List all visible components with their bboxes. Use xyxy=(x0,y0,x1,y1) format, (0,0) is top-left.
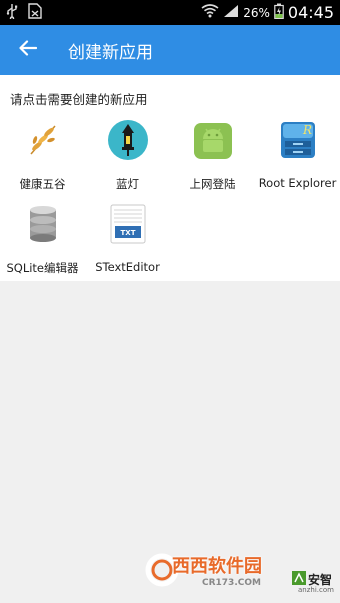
root-explorer-icon: R xyxy=(276,118,320,162)
lantern-icon xyxy=(106,118,150,162)
status-bar: 26% 04:45 xyxy=(0,0,340,25)
signal-icon xyxy=(223,3,239,22)
arrow-back-icon xyxy=(19,39,38,61)
txt-file-icon: TXT xyxy=(106,202,150,246)
app-item-landeng[interactable]: 蓝灯 xyxy=(85,118,170,198)
page-title: 创建新应用 xyxy=(68,42,153,63)
instruction-text: 请点击需要创建的新应用 xyxy=(10,92,148,107)
app-item-jiankang-wugu[interactable]: 健康五谷 xyxy=(0,118,85,198)
svg-text:R: R xyxy=(302,123,312,137)
app-label: 蓝灯 xyxy=(116,177,139,191)
app-item-stexteditor[interactable]: TXT STextEditor xyxy=(85,202,170,282)
app-label: Root Explorer xyxy=(258,176,337,190)
watermark-partner-domain: anzhi.com xyxy=(298,586,334,594)
app-item-root-explorer[interactable]: R Root Explorer xyxy=(255,118,340,198)
watermark-brand: 西西软件园 xyxy=(172,556,262,577)
app-label: SQLite编辑器 xyxy=(6,261,79,275)
battery-icon xyxy=(274,3,284,23)
battery-percent: 26% xyxy=(243,5,270,20)
app-label: 上网登陆 xyxy=(189,177,236,191)
wheat-icon xyxy=(21,118,65,162)
svg-text:TXT: TXT xyxy=(120,229,135,237)
watermark: 西西软件园 CR173.COM 安智 anzhi.com xyxy=(142,548,334,598)
usb-icon xyxy=(6,3,18,23)
app-list-panel: 请点击需要创建的新应用 健康五谷 蓝灯 上网登陆 R Root Explorer… xyxy=(0,75,340,281)
wifi-icon xyxy=(201,3,219,22)
watermark-domain: CR173.COM xyxy=(202,578,261,588)
database-icon xyxy=(21,202,65,246)
app-label: 健康五谷 xyxy=(19,177,66,191)
back-button[interactable] xyxy=(14,36,42,64)
app-bar: 创建新应用 xyxy=(0,25,340,75)
clock: 04:45 xyxy=(287,3,334,22)
sim-card-icon xyxy=(28,2,42,23)
app-label: STextEditor xyxy=(95,260,160,274)
app-item-sqlite-editor[interactable]: SQLite编辑器 xyxy=(0,202,85,282)
android-icon xyxy=(191,118,235,162)
app-item-shangwang-denglu[interactable]: 上网登陆 xyxy=(170,118,255,198)
